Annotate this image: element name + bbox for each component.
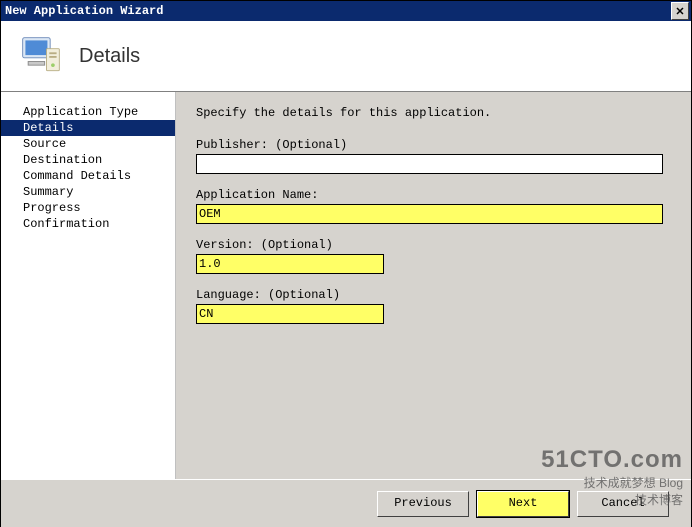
wizard-footer: Previous Next Cancel (1, 479, 691, 527)
page-title: Details (79, 45, 140, 68)
sidebar-item-command-details[interactable]: Command Details (1, 168, 175, 184)
wizard-body: Application Type Details Source Destinat… (1, 92, 691, 479)
next-button[interactable]: Next (477, 491, 569, 517)
language-label: Language: (Optional) (196, 288, 663, 302)
title-bar: New Application Wizard ✕ (1, 1, 691, 21)
previous-button[interactable]: Previous (377, 491, 469, 517)
sidebar-item-details[interactable]: Details (1, 120, 175, 136)
application-name-label: Application Name: (196, 188, 663, 202)
sidebar-item-summary[interactable]: Summary (1, 184, 175, 200)
sidebar-item-source[interactable]: Source (1, 136, 175, 152)
cancel-button[interactable]: Cancel (577, 491, 669, 517)
close-button[interactable]: ✕ (671, 2, 689, 20)
publisher-label: Publisher: (Optional) (196, 138, 663, 152)
publisher-input[interactable] (196, 154, 663, 174)
wizard-steps-sidebar: Application Type Details Source Destinat… (1, 92, 176, 479)
window-title: New Application Wizard (5, 4, 163, 18)
wizard-main-panel: Specify the details for this application… (176, 92, 691, 479)
sidebar-item-application-type[interactable]: Application Type (1, 104, 175, 120)
version-label: Version: (Optional) (196, 238, 663, 252)
language-input[interactable] (196, 304, 384, 324)
version-input[interactable] (196, 254, 384, 274)
sidebar-item-destination[interactable]: Destination (1, 152, 175, 168)
close-icon: ✕ (675, 5, 684, 18)
sidebar-item-progress[interactable]: Progress (1, 200, 175, 216)
computer-icon (19, 34, 63, 78)
wizard-window: New Application Wizard ✕ Details Applica… (0, 0, 692, 527)
wizard-header: Details (1, 21, 691, 92)
sidebar-item-confirmation[interactable]: Confirmation (1, 216, 175, 232)
instruction-text: Specify the details for this application… (196, 106, 663, 120)
application-name-input[interactable] (196, 204, 663, 224)
